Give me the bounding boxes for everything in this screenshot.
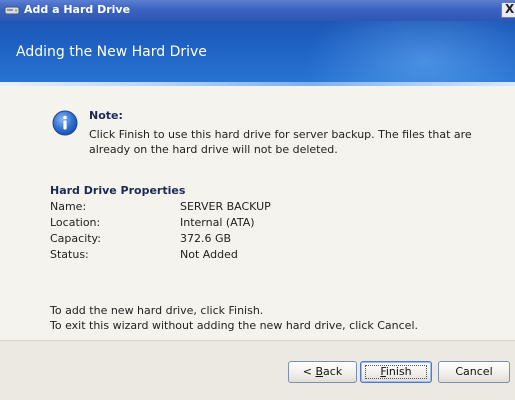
note-text-line-1: Click Finish to use this hard drive for … [89,128,472,141]
property-label: Capacity: [50,232,101,245]
wizard-header: Adding the New Hard Drive [0,21,515,86]
finish-button[interactable]: Finish [360,361,432,383]
focus-rect [365,365,427,379]
close-button[interactable]: X [501,2,515,18]
header-glow [295,21,515,86]
back-button[interactable]: < Back [288,361,357,383]
property-value: SERVER BACKUP [180,200,271,213]
close-icon: X [505,2,515,16]
property-value: Internal (ATA) [180,216,255,229]
window-title: Add a Hard Drive [24,3,131,16]
properties-title: Hard Drive Properties [50,184,186,197]
property-label: Status: [50,248,89,261]
property-row-name: Name: SERVER BACKUP [50,200,370,216]
property-row-location: Location: Internal (ATA) [50,216,370,232]
button-bar: < Back Finish Cancel [0,340,515,400]
note-text-line-2: already on the hard drive will not be de… [89,143,338,156]
property-value: 372.6 GB [180,232,232,245]
property-row-status: Status: Not Added [50,248,370,264]
property-value: Not Added [180,248,238,261]
title-bar[interactable]: Add a Hard Drive X [0,0,515,21]
property-row-capacity: Capacity: 372.6 GB [50,232,370,248]
hard-drive-icon [4,6,20,15]
cancel-button[interactable]: Cancel [438,361,510,383]
add-hard-drive-window: Add a Hard Drive X Adding the New Hard D… [0,0,515,400]
back-accelerator: B [315,365,324,378]
back-prefix: < [302,365,316,378]
back-button-label: < Back [303,362,342,382]
property-label: Name: [50,200,87,213]
back-rest: ack [323,365,343,378]
page-title: Adding the New Hard Drive [16,44,207,60]
wizard-content: Note: Click Finish to use this hard driv… [0,86,515,340]
instruction-finish: To add the new hard drive, click Finish. [50,304,264,317]
instruction-cancel: To exit this wizard without adding the n… [50,319,419,332]
info-icon [52,110,78,136]
note-title: Note: [89,109,123,122]
cancel-button-label: Cancel [455,365,493,378]
property-label: Location: [50,216,101,229]
